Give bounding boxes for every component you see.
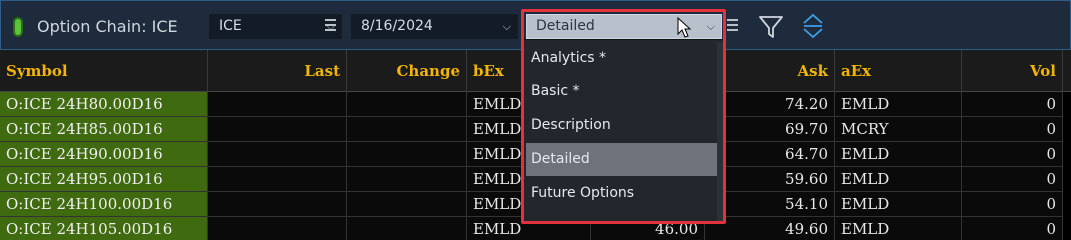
date-select[interactable]: 8/16/2024 ⌵	[351, 14, 518, 39]
cell-aex[interactable]: EMLD	[835, 192, 962, 217]
cell-aex[interactable]: MCRY	[835, 117, 962, 142]
cell-vol[interactable]: 0	[962, 217, 1063, 240]
menu-icon[interactable]	[726, 16, 739, 36]
dropdown-option-analytics[interactable]: Analytics *	[526, 42, 717, 75]
cell-symbol[interactable]: O:ICE 24H80.00D16	[0, 92, 208, 117]
dropdown-option-description[interactable]: Description	[526, 109, 717, 142]
cell-change[interactable]	[347, 92, 467, 117]
column-header-symbol[interactable]: Symbol	[0, 50, 208, 92]
cell-change[interactable]	[347, 117, 467, 142]
cell-vol[interactable]: 0	[962, 142, 1063, 167]
cell-vol[interactable]: 0	[962, 117, 1063, 142]
cell-symbol[interactable]: O:ICE 24H85.00D16	[0, 117, 208, 142]
cell-vol[interactable]: 0	[962, 192, 1063, 217]
cell-vol[interactable]: 0	[962, 167, 1063, 192]
cell-last[interactable]	[208, 217, 347, 240]
cell-aex[interactable]: EMLD	[835, 167, 962, 192]
cell-aex[interactable]: EMLD	[835, 142, 962, 167]
menu-icon[interactable]	[324, 16, 337, 36]
cell-aex[interactable]: EMLD	[835, 217, 962, 240]
cell-last[interactable]	[208, 167, 347, 192]
cell-vol[interactable]: 0	[962, 92, 1063, 117]
cell-last[interactable]	[208, 192, 347, 217]
column-header-aex[interactable]: aEx	[835, 50, 962, 92]
column-header-vol[interactable]: Vol	[962, 50, 1063, 92]
mouse-cursor-icon	[677, 17, 692, 38]
cell-symbol[interactable]: O:ICE 24H100.00D16	[0, 192, 208, 217]
column-header-last[interactable]: Last	[208, 50, 347, 92]
filter-icon[interactable]	[757, 13, 785, 41]
cell-symbol[interactable]: O:ICE 24H90.00D16	[0, 142, 208, 167]
symbol-select-value: ICE	[219, 18, 242, 34]
dropdown-scrollbar[interactable]	[717, 42, 723, 221]
cell-last[interactable]	[208, 117, 347, 142]
dropdown-option-detailed[interactable]: Detailed	[526, 143, 717, 176]
cell-symbol[interactable]: O:ICE 24H105.00D16	[0, 217, 208, 240]
status-indicator-icon	[13, 17, 23, 37]
date-select-value: 8/16/2024	[361, 18, 433, 34]
chevron-down-icon: ⌵	[706, 20, 715, 33]
view-select-value: Detailed	[536, 18, 595, 34]
window-title: Option Chain: ICE	[37, 17, 178, 36]
cell-change[interactable]	[347, 167, 467, 192]
sort-toggle-icon[interactable]	[801, 11, 825, 41]
cell-change[interactable]	[347, 142, 467, 167]
symbol-select[interactable]: ICE ⌵	[209, 14, 342, 39]
dropdown-option-basic[interactable]: Basic *	[526, 75, 717, 108]
dropdown-option-future-options[interactable]: Future Options	[526, 177, 717, 210]
cell-change[interactable]	[347, 192, 467, 217]
cell-aex[interactable]: EMLD	[835, 92, 962, 117]
cell-change[interactable]	[347, 217, 467, 240]
column-header-change[interactable]: Change	[347, 50, 467, 92]
cell-last[interactable]	[208, 142, 347, 167]
view-dropdown-menu: Analytics * Basic * Description Detailed…	[523, 39, 726, 224]
cell-symbol[interactable]: O:ICE 24H95.00D16	[0, 167, 208, 192]
chevron-down-icon: ⌵	[502, 20, 511, 33]
cell-last[interactable]	[208, 92, 347, 117]
